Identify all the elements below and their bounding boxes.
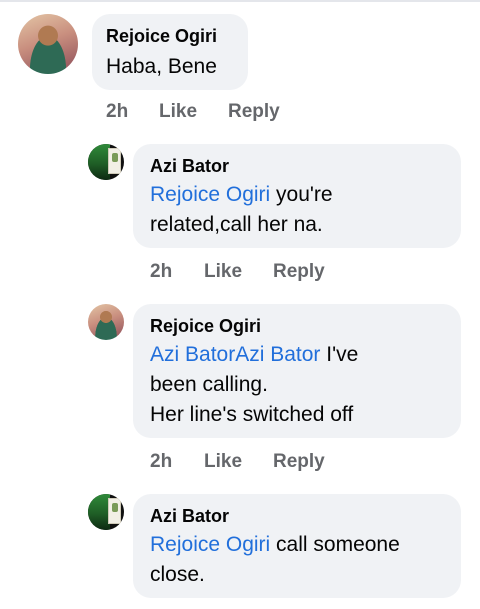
comment-text-line: Azi BatorAzi Bator I've bbox=[150, 340, 358, 370]
comment-author-name[interactable]: Azi Bator bbox=[150, 506, 229, 527]
comment-bubble: Rejoice Ogiri Haba, Bene bbox=[92, 14, 248, 90]
comment-text-fragment: you're bbox=[270, 183, 333, 206]
comment-timestamp[interactable]: 2h bbox=[106, 101, 128, 123]
comment-timestamp[interactable]: 2h bbox=[150, 261, 172, 283]
comment-text-line: Rejoice Ogiri you're bbox=[150, 180, 333, 210]
comment-text-line: related,call her na. bbox=[150, 213, 323, 236]
mention-link[interactable]: Rejoice Ogiri bbox=[150, 183, 270, 206]
rejoice-ogiri-avatar[interactable] bbox=[88, 304, 124, 340]
like-button[interactable]: Like bbox=[159, 101, 197, 123]
mention-link[interactable]: Azi BatorAzi Bator bbox=[150, 343, 320, 366]
comment-text: Haba, Bene bbox=[106, 55, 217, 78]
reply-button[interactable]: Reply bbox=[273, 451, 325, 473]
comment-author-name[interactable]: Rejoice Ogiri bbox=[150, 316, 261, 337]
like-button[interactable]: Like bbox=[204, 451, 242, 473]
comment-text-fragment: I've bbox=[320, 343, 359, 366]
rejoice-ogiri-avatar[interactable] bbox=[18, 14, 78, 74]
reply-button[interactable]: Reply bbox=[273, 261, 325, 283]
comment-text-line: Rejoice Ogiri call someone bbox=[150, 530, 400, 560]
like-button[interactable]: Like bbox=[204, 261, 242, 283]
comment-text-line: Her line's switched off bbox=[150, 403, 354, 426]
comment-text-fragment: call someone bbox=[270, 533, 400, 556]
reply-bubble: Rejoice Ogiri Azi BatorAzi Bator I've be… bbox=[133, 304, 461, 438]
comment-author-name[interactable]: Rejoice Ogiri bbox=[106, 26, 217, 47]
azi-bator-avatar[interactable] bbox=[88, 144, 124, 180]
comment-timestamp[interactable]: 2h bbox=[150, 451, 172, 473]
comment-author-name[interactable]: Azi Bator bbox=[150, 156, 229, 177]
top-divider bbox=[0, 0, 480, 2]
comment-text-line: been calling. bbox=[150, 373, 268, 396]
reply-bubble: Azi Bator Rejoice Ogiri you're related,c… bbox=[133, 144, 461, 248]
reply-button[interactable]: Reply bbox=[228, 101, 280, 123]
azi-bator-avatar[interactable] bbox=[88, 494, 124, 530]
reply-bubble: Azi Bator Rejoice Ogiri call someone clo… bbox=[133, 494, 461, 598]
comment-text-line: close. bbox=[150, 563, 205, 586]
mention-link[interactable]: Rejoice Ogiri bbox=[150, 533, 270, 556]
